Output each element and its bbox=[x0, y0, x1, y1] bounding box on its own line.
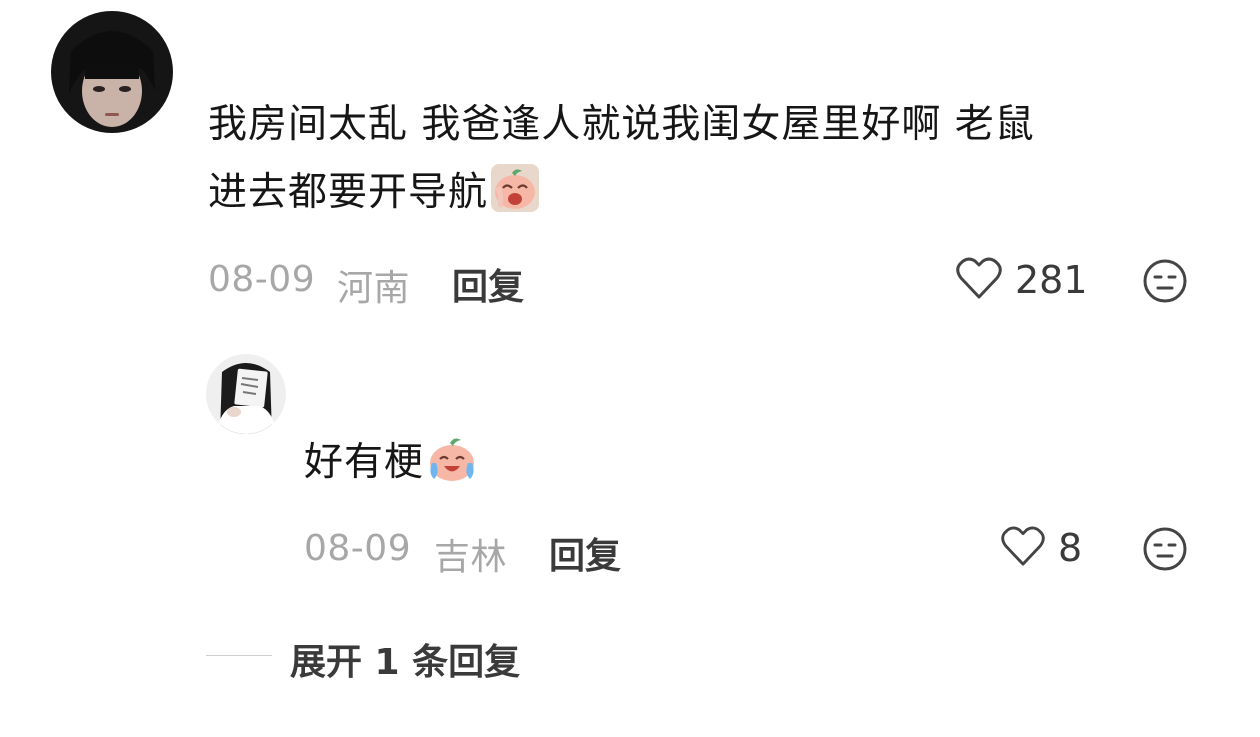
comment-date: 08-09 bbox=[208, 259, 316, 300]
comment-text-line-1: 我房间太乱 我爸逢人就说我闺女屋里好啊 老鼠 bbox=[208, 102, 1035, 147]
comment-text-line-2: 进去都要开导航 bbox=[208, 159, 1208, 235]
reply-dislike-button[interactable] bbox=[1142, 526, 1188, 576]
reply-like-count: 8 bbox=[1058, 526, 1083, 570]
neutral-face-icon bbox=[1142, 259, 1188, 308]
laughing-crying-peach-emoji-icon bbox=[426, 433, 478, 505]
reply-like-button[interactable]: 8 bbox=[1000, 525, 1082, 571]
reply-text: 好有梗 bbox=[304, 429, 478, 505]
expand-replies-button[interactable]: 展开 1 条回复 bbox=[290, 633, 520, 685]
comment-reply-button[interactable]: 回复 bbox=[452, 258, 524, 310]
comment-like-count: 281 bbox=[1015, 258, 1088, 302]
replier-avatar[interactable] bbox=[206, 354, 286, 434]
heart-icon bbox=[1000, 525, 1046, 571]
comment-text: 我房间太乱 我爸逢人就说我闺女屋里好啊 老鼠 进去都要开导航 bbox=[208, 91, 1208, 235]
commenter-avatar[interactable] bbox=[51, 11, 173, 133]
crying-peach-emoji-icon bbox=[490, 163, 540, 235]
reply-location: 吉林 bbox=[434, 537, 508, 578]
reply-date: 08-09 bbox=[304, 528, 412, 569]
comment-like-button[interactable]: 281 bbox=[955, 256, 1088, 304]
neutral-face-icon bbox=[1142, 527, 1188, 576]
reply-reply-button[interactable]: 回复 bbox=[549, 527, 621, 579]
expand-divider bbox=[206, 655, 272, 656]
comment-location: 河南 bbox=[337, 268, 411, 309]
heart-icon bbox=[955, 256, 1003, 304]
comment-dislike-button[interactable] bbox=[1142, 258, 1188, 308]
